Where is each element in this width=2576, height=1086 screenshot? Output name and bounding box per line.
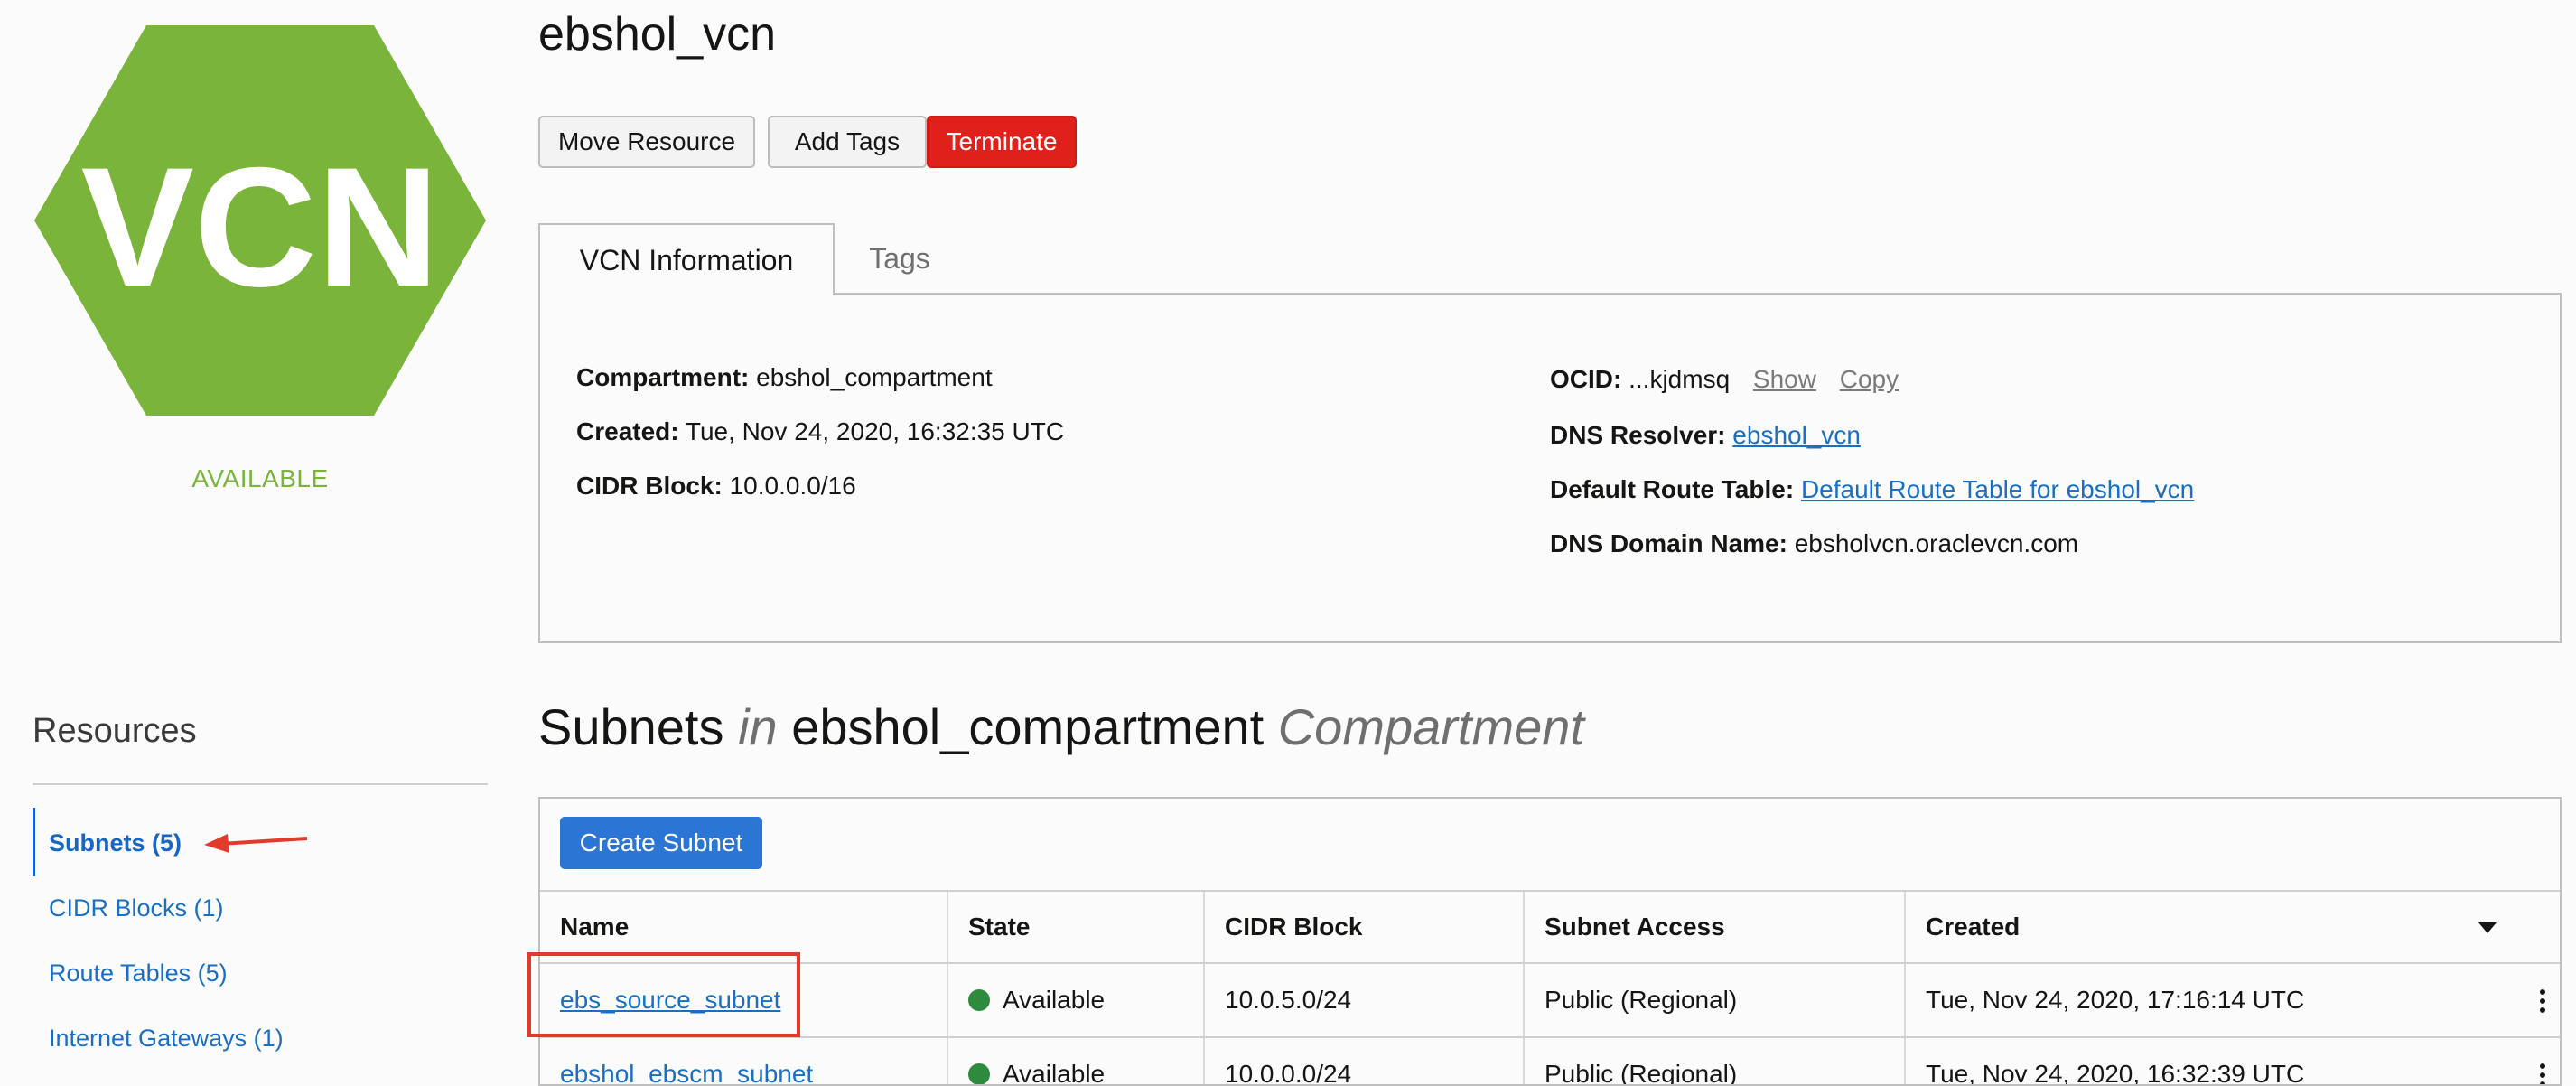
subnet-created-cell: Tue, Nov 24, 2020, 16:32:39 UTC — [1904, 1038, 2560, 1084]
sidebar-item-subnets[interactable]: Subnets (5) — [49, 829, 182, 857]
dns-domain-value: ebsholvcn.oraclevcn.com — [1794, 529, 2079, 557]
subnets-heading-in: in — [738, 698, 778, 755]
subnets-heading: Subnets in ebshol_compartment Compartmen… — [538, 697, 1584, 756]
annotation-arrow-icon — [204, 834, 308, 853]
subnet-cidr-cell: 10.0.5.0/24 — [1203, 964, 1523, 1036]
sidebar-item-route-tables[interactable]: Route Tables (5) — [49, 960, 228, 988]
route-table-label: Default Route Table: — [1550, 475, 1795, 503]
sidebar-item-cidr-blocks[interactable]: CIDR Blocks (1) — [49, 894, 224, 922]
resources-heading: Resources — [33, 712, 197, 750]
column-header-created[interactable]: Created — [1904, 892, 2560, 962]
cidr-value: 10.0.0.0/16 — [729, 472, 856, 500]
vcn-hexagon-icon: VCN — [34, 25, 486, 416]
dns-resolver-label: DNS Resolver: — [1550, 421, 1726, 449]
vcn-icon-text: VCN — [81, 132, 440, 322]
column-header-access[interactable]: Subnet Access — [1523, 892, 1904, 962]
subnet-state-cell: Available — [947, 964, 1203, 1036]
dns-domain-label: DNS Domain Name: — [1550, 529, 1787, 557]
subnet-cidr-cell: 10.0.0.0/24 — [1203, 1038, 1523, 1084]
create-subnet-button[interactable]: Create Subnet — [560, 817, 762, 869]
table-row: ebs_source_subnet Available 10.0.5.0/24 … — [540, 964, 2560, 1038]
tab-tags[interactable]: Tags — [835, 223, 965, 294]
ocid-copy-link[interactable]: Copy — [1840, 365, 1899, 393]
terminate-button[interactable]: Terminate — [927, 116, 1077, 168]
subnet-access-cell: Public (Regional) — [1523, 1038, 1904, 1084]
route-table-row: Default Route Table: Default Route Table… — [1550, 475, 2194, 504]
resources-divider — [33, 783, 488, 785]
subnets-table: Create Subnet Name State CIDR Block Subn… — [538, 797, 2562, 1086]
subnets-heading-prefix: Subnets — [538, 698, 724, 755]
ocid-show-link[interactable]: Show — [1753, 365, 1816, 393]
status-dot-icon — [968, 989, 990, 1011]
table-header: Name State CIDR Block Subnet Access Crea… — [540, 890, 2560, 964]
compartment-row: Compartment: ebshol_compartment — [576, 363, 993, 392]
created-value: Tue, Nov 24, 2020, 16:32:35 UTC — [685, 417, 1065, 445]
move-resource-button[interactable]: Move Resource — [538, 116, 755, 168]
compartment-value: ebshol_compartment — [756, 363, 993, 391]
cidr-row: CIDR Block: 10.0.0.0/16 — [576, 472, 856, 501]
subnet-name-cell: ebs_source_subnet — [540, 964, 947, 1036]
subnet-state: Available — [1003, 986, 1106, 1014]
sidebar-item-internet-gateways[interactable]: Internet Gateways (1) — [49, 1025, 284, 1053]
sort-caret-icon[interactable] — [2478, 922, 2497, 933]
column-header-cidr[interactable]: CIDR Block — [1203, 892, 1523, 962]
status-dot-icon — [968, 1063, 990, 1084]
created-label: Created: — [576, 417, 679, 445]
dns-domain-row: DNS Domain Name: ebsholvcn.oraclevcn.com — [1550, 529, 2078, 558]
dns-resolver-row: DNS Resolver: ebshol_vcn — [1550, 421, 1861, 450]
subnet-state-cell: Available — [947, 1038, 1203, 1084]
resource-status: AVAILABLE — [191, 464, 329, 492]
add-tags-button[interactable]: Add Tags — [768, 116, 927, 168]
cidr-label: CIDR Block: — [576, 472, 723, 500]
route-table-link[interactable]: Default Route Table for ebshol_vcn — [1801, 475, 2194, 503]
tab-vcn-information[interactable]: VCN Information — [538, 223, 835, 295]
dns-resolver-link[interactable]: ebshol_vcn — [1732, 421, 1861, 449]
vcn-info-panel: Compartment: ebshol_compartment Created:… — [538, 293, 2562, 643]
ocid-label: OCID: — [1550, 365, 1622, 393]
ocid-row: OCID: ...kjdmsq Show Copy — [1550, 365, 1899, 394]
column-header-name[interactable]: Name — [540, 892, 947, 962]
table-row: ebshol_ebscm_subnet Available 10.0.0.0/2… — [540, 1038, 2560, 1084]
subnet-created-cell: Tue, Nov 24, 2020, 17:16:14 UTC — [1904, 964, 2560, 1036]
subnets-heading-compartment: ebshol_compartment — [791, 698, 1265, 755]
subnets-heading-suffix: Compartment — [1277, 698, 1584, 755]
subnet-name-cell: ebshol_ebscm_subnet — [540, 1038, 947, 1084]
column-header-state[interactable]: State — [947, 892, 1203, 962]
subnet-access-cell: Public (Regional) — [1523, 964, 1904, 1036]
page-title: ebshol_vcn — [538, 8, 777, 61]
compartment-label: Compartment: — [576, 363, 750, 391]
ocid-value: ...kjdmsq — [1629, 365, 1731, 393]
created-row: Created: Tue, Nov 24, 2020, 16:32:35 UTC — [576, 417, 1064, 446]
active-indicator — [33, 808, 35, 876]
row-actions-kebab-icon[interactable] — [2540, 986, 2547, 1016]
subnet-name-link[interactable]: ebs_source_subnet — [560, 986, 780, 1015]
